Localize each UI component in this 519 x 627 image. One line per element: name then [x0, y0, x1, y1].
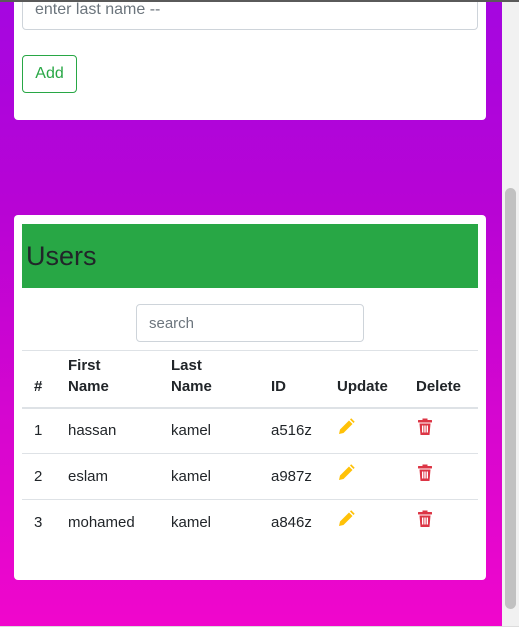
cell-first-name: mohamed	[68, 514, 135, 532]
pencil-icon[interactable]	[337, 463, 355, 482]
cell-id: a987z	[259, 453, 325, 500]
cell-first-name: hassan	[56, 407, 159, 454]
cell-update	[325, 407, 404, 454]
last-name-header-label: Last Name	[171, 356, 212, 395]
column-header-last-name: Last Name	[159, 350, 259, 409]
pencil-icon[interactable]	[337, 510, 355, 528]
trash-icon[interactable]	[416, 510, 434, 528]
cell-id: a846z	[271, 514, 312, 532]
add-user-card: Add	[14, 2, 486, 120]
cell-id: a516z	[259, 407, 325, 454]
cell-delete	[404, 453, 478, 500]
page-viewport: Add Users # First Name Last Name ID Upda…	[0, 2, 502, 626]
cell-last-name: kamel	[171, 514, 212, 532]
first-name-header-label: First Name	[68, 356, 109, 395]
users-title: Users	[26, 241, 97, 271]
table-row: 1 hassan kamel a516z	[22, 407, 478, 454]
cell-delete	[404, 407, 478, 454]
trash-icon[interactable]	[416, 464, 434, 482]
column-header-update: Update	[325, 350, 404, 409]
cell-delete	[404, 500, 478, 546]
cell-number: 3	[34, 514, 43, 532]
scrollbar-thumb[interactable]	[505, 188, 516, 609]
users-card: Users # First Name Last Name ID Update D…	[14, 215, 486, 580]
users-header: Users	[22, 224, 478, 288]
trash-icon[interactable]	[416, 418, 434, 436]
pencil-icon[interactable]	[337, 418, 355, 436]
cell-update	[325, 500, 404, 546]
users-table: # First Name Last Name ID Update Delete …	[22, 350, 478, 546]
cell-number: 2	[22, 453, 56, 500]
table-row: 2 eslam kamel a987z	[22, 453, 478, 500]
vertical-scrollbar[interactable]	[502, 2, 519, 627]
search-input[interactable]	[136, 304, 364, 342]
cell-update	[325, 453, 404, 500]
cell-first-name: eslam	[56, 453, 159, 500]
add-button[interactable]: Add	[22, 55, 77, 93]
column-header-delete: Delete	[404, 350, 478, 409]
cell-number: 1	[22, 407, 56, 454]
cell-last-name: kamel	[159, 407, 259, 454]
column-header-number: #	[22, 350, 56, 409]
last-name-input[interactable]	[22, 2, 478, 30]
table-header-row: # First Name Last Name ID Update Delete	[22, 350, 478, 409]
table-row: 3 mohamed kamel a846z	[22, 500, 478, 546]
cell-last-name: kamel	[159, 453, 259, 500]
column-header-id: ID	[259, 350, 325, 409]
column-header-first-name: First Name	[56, 350, 159, 409]
